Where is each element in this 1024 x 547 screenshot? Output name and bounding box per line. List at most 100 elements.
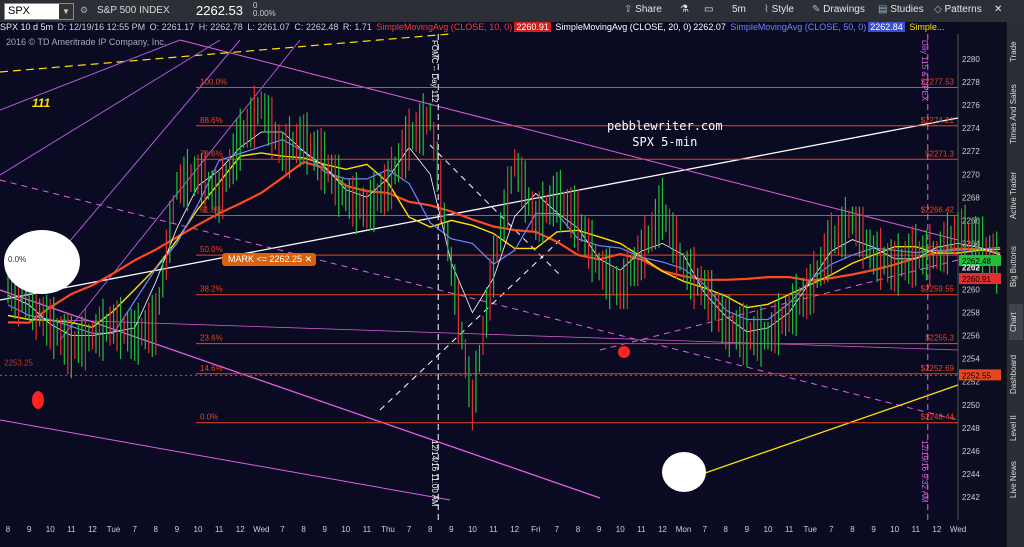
change-pct: 0.00% (253, 9, 276, 18)
y-tick-label: 2260 (962, 286, 980, 295)
fib-level-value: $2252.69 (921, 364, 955, 373)
annotation-111: 111 (32, 96, 51, 110)
y-tick-label: 2276 (962, 101, 980, 110)
mark-text: MARK <= 2262.25 (228, 254, 303, 264)
y-tick-label: 2272 (962, 147, 980, 156)
close-icon[interactable]: ✕ (994, 4, 1002, 18)
drawings-label: Drawings (823, 4, 865, 15)
study-sma50-value: 2262.84 (868, 22, 905, 32)
study-sma20[interactable]: SimpleMovingAvg (CLOSE, 20, 0) (555, 22, 691, 32)
symbol-input[interactable]: SPX ▼ (4, 3, 74, 20)
quote-high: H: 2262.78 (198, 22, 243, 32)
y-tick-label: 2278 (962, 78, 980, 87)
y-tick-label: 2256 (962, 332, 980, 341)
symbol-description: S&P 500 INDEX (97, 5, 170, 16)
x-tick-label: 10 (764, 525, 773, 534)
chevron-down-icon[interactable]: ▼ (59, 4, 73, 19)
studies-button[interactable]: ▤ Studies (878, 4, 924, 18)
fib-level-pct: 100.0% (200, 78, 227, 87)
fib-level-value: $2255.3 (925, 334, 954, 343)
monitor-icon[interactable]: ▭ (704, 4, 713, 18)
study-sma10-value: 2260.91 (514, 22, 551, 32)
x-tick-label: 12 (88, 525, 97, 534)
timeframe-button[interactable]: 5m (732, 4, 746, 18)
flask-icon[interactable]: ⚗ (680, 4, 689, 18)
style-label: Style (771, 4, 794, 15)
fib-level-value: $2271.3 (925, 149, 954, 158)
share-button[interactable]: ⇪ Share (624, 4, 662, 18)
share-icon: ⇪ (624, 4, 633, 15)
tab-active-trader[interactable]: Active Trader (1009, 160, 1023, 230)
pivot-marker (32, 391, 44, 409)
y-tick-label: 2254 (962, 355, 980, 364)
fib-level-pct: 50.0% (200, 245, 223, 254)
close-icon[interactable]: ✕ (305, 254, 313, 264)
tab-big-buttons[interactable]: Big Buttons (1009, 236, 1023, 298)
study-sma-more[interactable]: Simple... (909, 22, 944, 32)
x-tick-label: 11 (67, 525, 76, 534)
y-tick-label: 2268 (962, 193, 980, 202)
symbol-value: SPX (8, 5, 31, 17)
x-tick-label: 9 (175, 525, 180, 534)
x-tick-label: 12 (236, 525, 245, 534)
study-sma10[interactable]: SimpleMovingAvg (CLOSE, 10, 0) (376, 22, 512, 32)
patterns-button[interactable]: ◇ Patterns (934, 4, 982, 18)
x-tick-label: 10 (194, 525, 203, 534)
style-button[interactable]: ⌇ Style (764, 4, 794, 18)
x-tick-label: 10 (46, 525, 55, 534)
x-tick-label: 8 (301, 525, 306, 534)
x-tick-label: 11 (363, 525, 372, 534)
x-tick-label: 7 (555, 525, 560, 534)
y-tick-label: 2280 (962, 55, 980, 64)
tab-trade[interactable]: Trade (1009, 34, 1023, 70)
x-tick-label: Wed (253, 525, 269, 534)
event-label: FOMC -- Day 112 (430, 40, 439, 103)
quote-range: R: 1.71 (342, 22, 372, 32)
support-label: 2253.25 (4, 358, 33, 367)
x-tick-label: 8 (850, 525, 855, 534)
fib-level-value: $2259.55 (921, 285, 955, 294)
price-chart[interactable]: 2242224422462248225022522254225622582260… (0, 22, 1006, 547)
study-legend: SPX 10 d 5m D: 12/19/16 12:55 PM O: 2261… (0, 22, 1006, 34)
y-tick-label: 2244 (962, 470, 980, 479)
x-tick-label: 9 (27, 525, 32, 534)
tab-live-news[interactable]: Live News (1009, 454, 1023, 506)
drawings-button[interactable]: ✎ Drawings (812, 4, 865, 18)
side-panel: Trade Times And Sales Active Trader Big … (1006, 22, 1024, 547)
x-tick-label: 12 (658, 525, 667, 534)
patterns-icon: ◇ (934, 4, 942, 15)
x-tick-label: 12 (932, 525, 941, 534)
mark-label[interactable]: MARK <= 2262.25 ✕ (222, 253, 316, 266)
fib-level-pct: 0.0% (200, 413, 218, 422)
chart-spec: SPX 10 d 5m (0, 22, 54, 32)
tab-level-ii[interactable]: Level II (1009, 408, 1023, 448)
x-tick-label: 11 (489, 525, 498, 534)
x-tick-label: 9 (597, 525, 602, 534)
quote-date: D: 12/19/16 12:55 PM (57, 22, 146, 32)
x-tick-label: 8 (154, 525, 159, 534)
study-sma20-value: 2262.07 (693, 22, 726, 32)
y-tick-label: 2242 (962, 493, 980, 502)
x-tick-label: Mon (676, 525, 692, 534)
tab-chart[interactable]: Chart (1009, 304, 1023, 340)
price-badge-text: 2262 (962, 264, 980, 273)
fib-level-pct: 88.6% (200, 116, 223, 125)
fib-level-pct: 38.2% (200, 285, 223, 294)
copyright-notice: 2016 © TD Ameritrade IP Company, Inc. (6, 37, 167, 47)
tab-times-and-sales[interactable]: Times And Sales (1009, 74, 1023, 154)
x-tick-label: 7 (132, 525, 137, 534)
x-tick-label: 11 (785, 525, 794, 534)
timeframe-label: 5m (732, 4, 746, 15)
study-sma50[interactable]: SimpleMovingAvg (CLOSE, 50, 0) (730, 22, 866, 32)
y-tick-label: 2270 (962, 170, 980, 179)
fib-level-value: $2248.44 (921, 413, 955, 422)
x-tick-label: 8 (576, 525, 581, 534)
studies-label: Studies (890, 4, 924, 15)
x-tick-label: Tue (803, 525, 817, 534)
x-tick-label: 9 (745, 525, 750, 534)
gear-icon[interactable]: ⚙ (80, 5, 88, 16)
watermark: pebblewriter.com SPX 5-min (607, 118, 723, 150)
fib-level-pct: 23.6% (200, 334, 223, 343)
tab-dashboard[interactable]: Dashboard (1009, 346, 1023, 402)
fib-level-pct: 78.6% (200, 149, 223, 158)
